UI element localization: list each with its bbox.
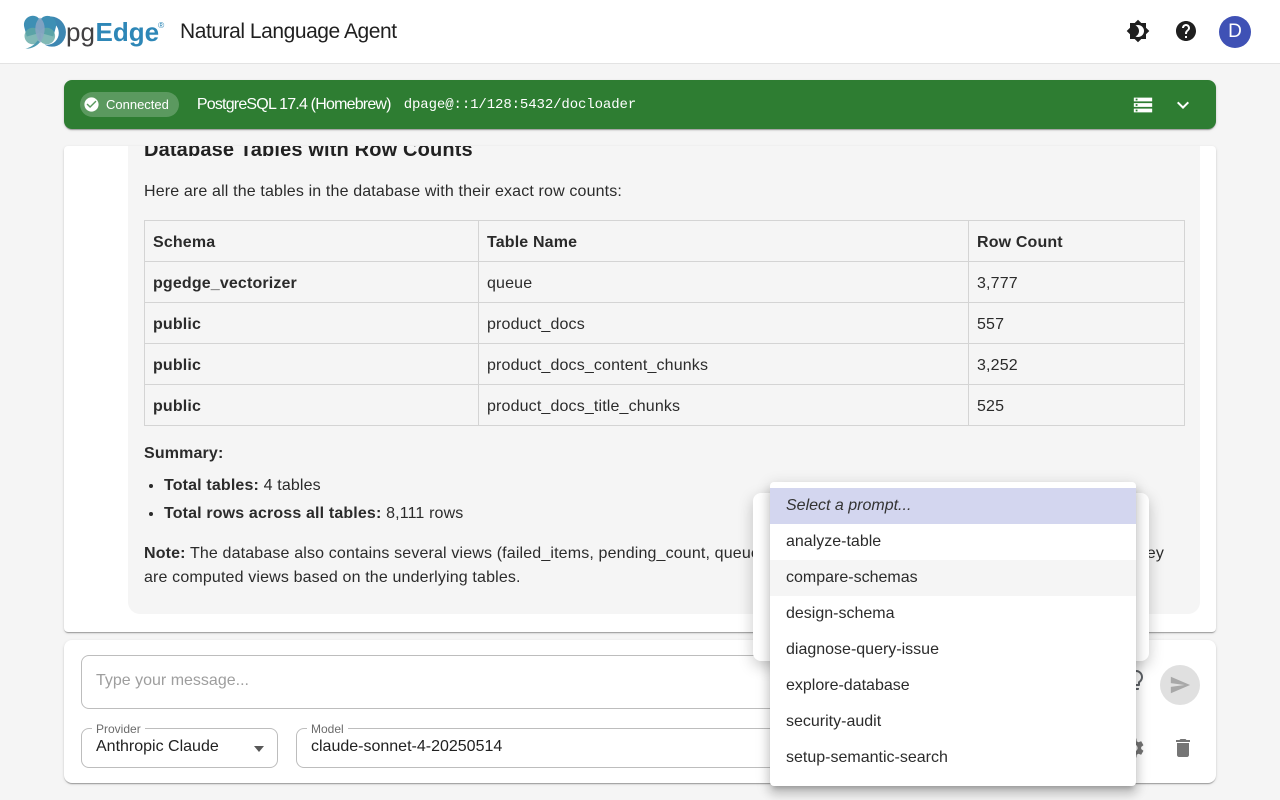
svg-text:®: ®	[158, 20, 165, 30]
svg-text:pg: pg	[66, 17, 95, 47]
svg-text:Edge: Edge	[96, 17, 160, 47]
